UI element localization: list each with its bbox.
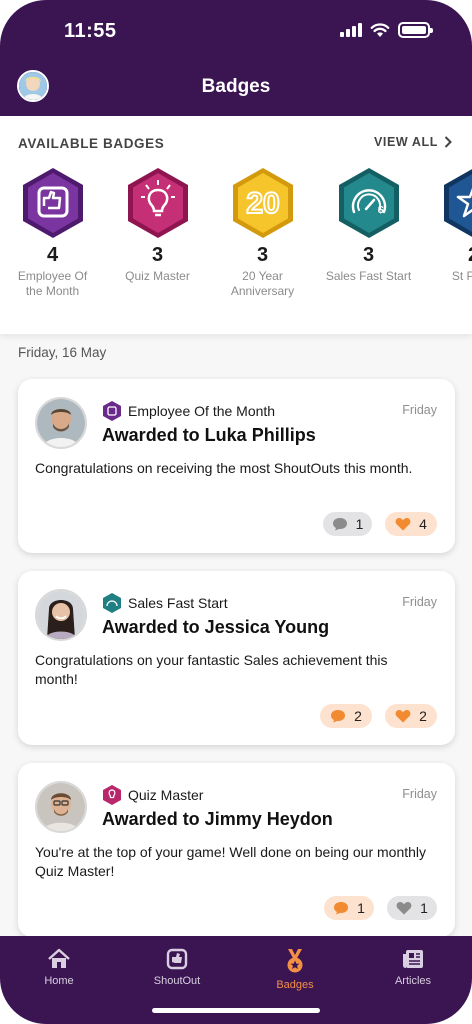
card-message: Congratulations on receiving the most Sh… bbox=[35, 460, 413, 476]
tab-label: Home bbox=[44, 975, 74, 987]
svg-text:20: 20 bbox=[246, 187, 279, 220]
badge-name: Employee Of the Month bbox=[17, 269, 88, 298]
speedometer-icon bbox=[103, 593, 121, 613]
status-icons bbox=[340, 22, 433, 38]
status-time: 11:55 bbox=[64, 20, 117, 42]
tab-label: Badges bbox=[276, 979, 314, 991]
tab-home[interactable]: Home bbox=[0, 948, 118, 987]
comment-count: 1 bbox=[355, 516, 364, 532]
card-badge-label: Employee Of the Month bbox=[102, 400, 275, 422]
heart-icon bbox=[395, 710, 411, 723]
card-title: Awarded to Jimmy Heydon bbox=[102, 809, 333, 829]
home-indicator[interactable] bbox=[152, 1008, 320, 1013]
badge-count: 4 bbox=[46, 244, 59, 266]
thumbs-up-icon bbox=[103, 401, 121, 421]
like-count: 1 bbox=[420, 900, 428, 916]
badge-quiz-master[interactable]: 3 Quiz Master bbox=[105, 166, 210, 284]
card-message: You're at the top of your game! Well don… bbox=[35, 844, 427, 879]
badge-name: Sales Fast Start bbox=[325, 269, 412, 283]
wifi-icon bbox=[370, 22, 390, 37]
signal-icon bbox=[340, 23, 362, 37]
available-badges-label: AVAILABLE BADGES bbox=[18, 136, 165, 151]
medal-icon bbox=[287, 949, 303, 973]
badge-name: St Perfo bbox=[451, 269, 472, 283]
award-card[interactable]: Sales Fast Start Friday Awarded to Jessi… bbox=[18, 571, 455, 745]
badge-count: 3 bbox=[151, 244, 164, 266]
home-icon bbox=[48, 948, 70, 968]
comment-icon bbox=[334, 902, 349, 915]
card-day: Friday bbox=[402, 595, 437, 609]
chevron-right-icon bbox=[444, 136, 452, 148]
card-badge-name: Sales Fast Start bbox=[128, 595, 228, 611]
like-button[interactable]: 4 bbox=[385, 512, 437, 536]
comment-button[interactable]: 2 bbox=[320, 704, 372, 728]
view-all-label: VIEW ALL bbox=[373, 135, 438, 149]
thumbs-up-icon bbox=[22, 168, 83, 238]
comment-button[interactable]: 1 bbox=[323, 512, 372, 536]
like-button[interactable]: 1 bbox=[387, 896, 437, 920]
tab-label: Articles bbox=[394, 975, 432, 987]
badge-20-year-anniversary[interactable]: 20 3 20 Year Anniversary bbox=[210, 166, 315, 299]
app-header: 11:55 Badges bbox=[0, 0, 472, 116]
card-badge-label: Quiz Master bbox=[102, 784, 203, 806]
lightbulb-icon bbox=[127, 168, 188, 238]
like-button[interactable]: 2 bbox=[385, 704, 437, 728]
badge-count: 3 bbox=[362, 244, 375, 266]
view-all-button[interactable]: VIEW ALL bbox=[374, 135, 452, 149]
comment-count: 2 bbox=[354, 708, 362, 724]
badge-name: Quiz Master bbox=[125, 269, 190, 283]
speedometer-icon: $ bbox=[338, 168, 399, 238]
award-card[interactable]: Quiz Master Friday Awarded to Jimmy Heyd… bbox=[18, 763, 455, 937]
svg-text:$: $ bbox=[378, 205, 384, 216]
articles-icon bbox=[403, 950, 423, 968]
battery-icon bbox=[398, 22, 433, 38]
badge-count: 3 bbox=[256, 244, 269, 266]
comment-icon bbox=[332, 518, 347, 531]
card-badge-name: Quiz Master bbox=[128, 787, 204, 803]
tab-label: ShoutOut bbox=[153, 975, 201, 987]
like-count: 4 bbox=[419, 516, 427, 532]
comment-icon bbox=[331, 710, 346, 723]
heart-icon bbox=[395, 518, 411, 531]
heart-icon bbox=[396, 902, 412, 915]
comment-button[interactable]: 1 bbox=[324, 896, 374, 920]
tab-shoutout[interactable]: ShoutOut bbox=[118, 948, 236, 987]
star-icon bbox=[443, 168, 472, 238]
twenty-icon: 20 bbox=[232, 168, 293, 238]
card-day: Friday bbox=[402, 787, 437, 801]
card-message: Congratulations on your fantastic Sales … bbox=[35, 652, 388, 687]
avatar bbox=[35, 397, 87, 449]
award-card[interactable]: Employee Of the Month Friday Awarded to … bbox=[18, 379, 455, 553]
comment-count: 1 bbox=[357, 900, 365, 916]
shoutout-icon bbox=[166, 948, 188, 970]
available-badges-panel: AVAILABLE BADGES VIEW ALL 4 Employee Of … bbox=[0, 116, 472, 334]
avatar bbox=[35, 589, 87, 641]
badge-sales-fast-start[interactable]: $ 3 Sales Fast Start bbox=[316, 166, 421, 284]
feed-date-label: Friday, 16 May bbox=[18, 345, 107, 360]
page-title: Badges bbox=[201, 76, 271, 97]
badge-star-performer[interactable]: 2 St Perfo bbox=[421, 166, 472, 284]
like-count: 2 bbox=[419, 708, 427, 724]
app-screen: 11:55 Badges AVAILABLE BADGES VIEW ALL 4… bbox=[0, 0, 472, 1024]
badge-count: 2 bbox=[421, 244, 472, 267]
badge-name: 20 Year Anniversary bbox=[230, 269, 295, 298]
tab-badges[interactable]: Badges bbox=[236, 948, 354, 991]
badge-employee-of-the-month[interactable]: 4 Employee Of the Month bbox=[0, 166, 105, 299]
card-title: Awarded to Luka Phillips bbox=[102, 425, 316, 445]
tab-articles[interactable]: Articles bbox=[354, 948, 472, 987]
avatar bbox=[35, 781, 87, 833]
card-badge-label: Sales Fast Start bbox=[102, 592, 228, 614]
card-day: Friday bbox=[402, 403, 437, 417]
card-badge-name: Employee Of the Month bbox=[128, 403, 276, 419]
card-title: Awarded to Jessica Young bbox=[102, 617, 330, 637]
lightbulb-icon bbox=[103, 785, 121, 805]
